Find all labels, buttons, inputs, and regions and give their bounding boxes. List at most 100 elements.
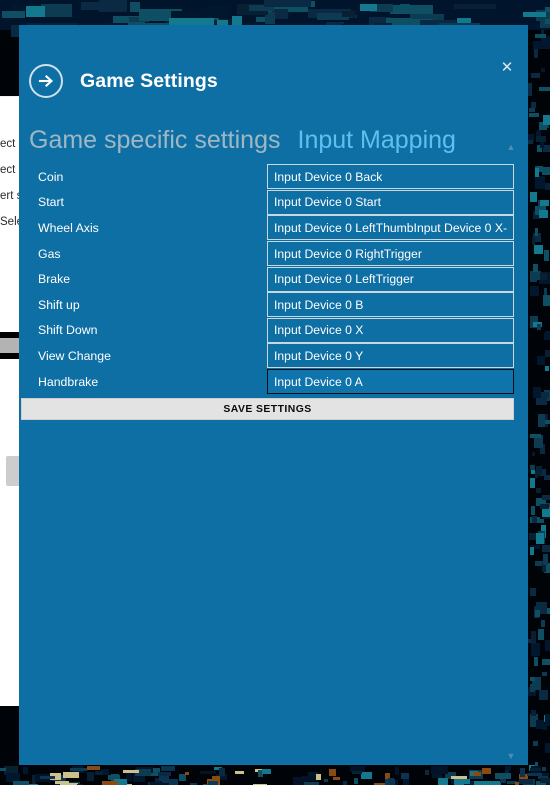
wallpaper-block <box>354 778 358 784</box>
mapping-value-text: Input Device 0 LeftTrigger <box>274 272 414 287</box>
wallpaper-block <box>519 779 533 784</box>
wallpaper-block <box>333 777 340 780</box>
mapping-row: Shift Down Input Device 0 X <box>19 317 528 344</box>
wallpaper-block <box>361 772 372 779</box>
wallpaper-block <box>531 73 540 78</box>
pivot-header-row: Game specific settings Input Mapping <box>29 126 456 155</box>
mapping-value-field[interactable]: Input Device 0 LeftTrigger <box>267 266 514 292</box>
wallpaper-block <box>533 741 538 746</box>
mapping-value-text: Input Device 0 A <box>274 374 363 389</box>
mapping-row: View Change Input Device 0 Y <box>19 343 528 369</box>
wallpaper-block <box>130 2 140 12</box>
wallpaper-block <box>530 588 536 596</box>
background-selected-row <box>0 338 20 353</box>
wallpaper-block <box>536 488 541 493</box>
mapping-value-field[interactable]: Input Device 0 Y <box>267 343 514 369</box>
mapping-row: Brake Input Device 0 LeftTrigger <box>19 266 528 292</box>
wallpaper-block <box>530 286 539 296</box>
background-divider <box>0 353 20 359</box>
mapping-value-text: Input Device 0 Y <box>274 348 364 363</box>
wallpaper-block <box>14 774 18 779</box>
wallpaper-block <box>425 770 429 775</box>
wallpaper-block <box>543 554 548 565</box>
wallpaper-block <box>530 434 541 438</box>
wallpaper-block <box>530 677 535 681</box>
mapping-value-text: Input Device 0 RightTrigger <box>274 246 422 261</box>
mapping-row: Start Input Device 0 Start <box>19 189 528 216</box>
wallpaper-block <box>200 771 216 774</box>
wallpaper-block <box>530 768 541 771</box>
wallpaper-block <box>529 108 535 112</box>
wallpaper-block <box>0 768 6 771</box>
scroll-up-icon[interactable]: ▲ <box>503 142 519 152</box>
mapping-row: Coin Input Device 0 Back <box>19 164 528 190</box>
mapping-value-field[interactable]: Input Device 0 RightTrigger <box>267 241 514 267</box>
wallpaper-block <box>531 710 536 716</box>
wallpaper-block <box>454 4 496 9</box>
wallpaper-block <box>541 620 545 627</box>
wallpaper-block <box>530 547 534 555</box>
mapping-label: Handbrake <box>38 374 99 389</box>
wallpaper-block <box>500 779 506 783</box>
wallpaper-block <box>235 771 244 774</box>
mapping-label: Shift Down <box>38 323 98 338</box>
mapping-value-text: Input Device 0 X <box>274 323 364 338</box>
wallpaper-block <box>542 545 550 552</box>
wallpaper-block <box>395 767 399 775</box>
mapping-value-field[interactable]: Input Device 0 LeftThumbInput Device 0 X… <box>267 215 514 241</box>
wallpaper-block <box>486 781 501 785</box>
save-settings-button[interactable]: SAVE SETTINGS <box>21 398 514 420</box>
wallpaper-block <box>528 83 532 96</box>
wallpaper-block <box>529 113 539 117</box>
wallpaper-block <box>540 273 547 280</box>
wallpaper-block <box>530 684 535 692</box>
wallpaper-block <box>431 766 448 774</box>
pivot-input-mapping[interactable]: Input Mapping <box>298 126 456 155</box>
mapping-row: Gas Input Device 0 RightTrigger <box>19 241 528 267</box>
wallpaper-block <box>329 769 336 776</box>
mapping-value-text: Input Device 0 Start <box>274 195 382 210</box>
wallpaper-block <box>41 4 72 17</box>
wallpaper-block <box>388 778 394 785</box>
wallpaper-block <box>544 333 550 340</box>
wallpaper-block <box>545 366 549 371</box>
wallpaper-block <box>401 773 409 779</box>
mapping-value-field[interactable]: Input Device 0 Back <box>267 164 514 190</box>
wallpaper-block <box>438 778 448 785</box>
pivot-game-specific-settings[interactable]: Game specific settings <box>29 126 281 155</box>
mapping-label: Start <box>38 195 64 210</box>
wallpaper-block <box>87 772 94 781</box>
wallpaper-block <box>545 350 550 357</box>
mapping-value-field[interactable]: Input Device 0 Start <box>267 189 514 215</box>
screen: ect ect ert s Sele ✕ Game Settings Game … <box>0 0 550 785</box>
game-settings-dialog: ✕ Game Settings Game specific settings I… <box>19 25 528 765</box>
wallpaper-block <box>541 68 545 72</box>
wallpaper-block <box>544 475 550 480</box>
mapping-label: Coin <box>38 169 64 184</box>
wallpaper-block <box>535 228 538 236</box>
wallpaper-block <box>520 768 525 777</box>
mapping-value-field[interactable]: Input Device 0 X <box>267 317 514 343</box>
wallpaper-block <box>123 770 139 773</box>
mapping-value-field[interactable]: Input Device 0 B <box>267 292 514 318</box>
mapping-label: Brake <box>38 272 71 287</box>
wallpaper-block <box>535 168 539 177</box>
wallpaper-block <box>13 781 29 785</box>
wallpaper-block <box>208 781 218 785</box>
mapping-row: Wheel Axis Input Device 0 LeftThumbInput … <box>19 215 528 241</box>
input-mapping-list: Coin Input Device 0 Back Start Input Device… <box>19 164 528 395</box>
back-arrow-icon[interactable] <box>29 64 63 98</box>
wallpaper-block <box>352 771 362 774</box>
wallpaper-block <box>535 34 546 38</box>
wallpaper-block <box>543 145 550 152</box>
wallpaper-block <box>542 659 550 665</box>
wallpaper-block <box>535 176 545 189</box>
scroll-down-icon[interactable]: ▼ <box>503 751 519 761</box>
mapping-value-field[interactable]: Input Device 0 A <box>267 369 514 395</box>
wallpaper-block <box>26 6 45 17</box>
wallpaper-block <box>81 2 121 10</box>
wallpaper-block <box>531 506 535 515</box>
wallpaper-block <box>532 452 535 456</box>
wallpaper-block <box>531 643 540 656</box>
wallpaper-block <box>530 192 537 202</box>
